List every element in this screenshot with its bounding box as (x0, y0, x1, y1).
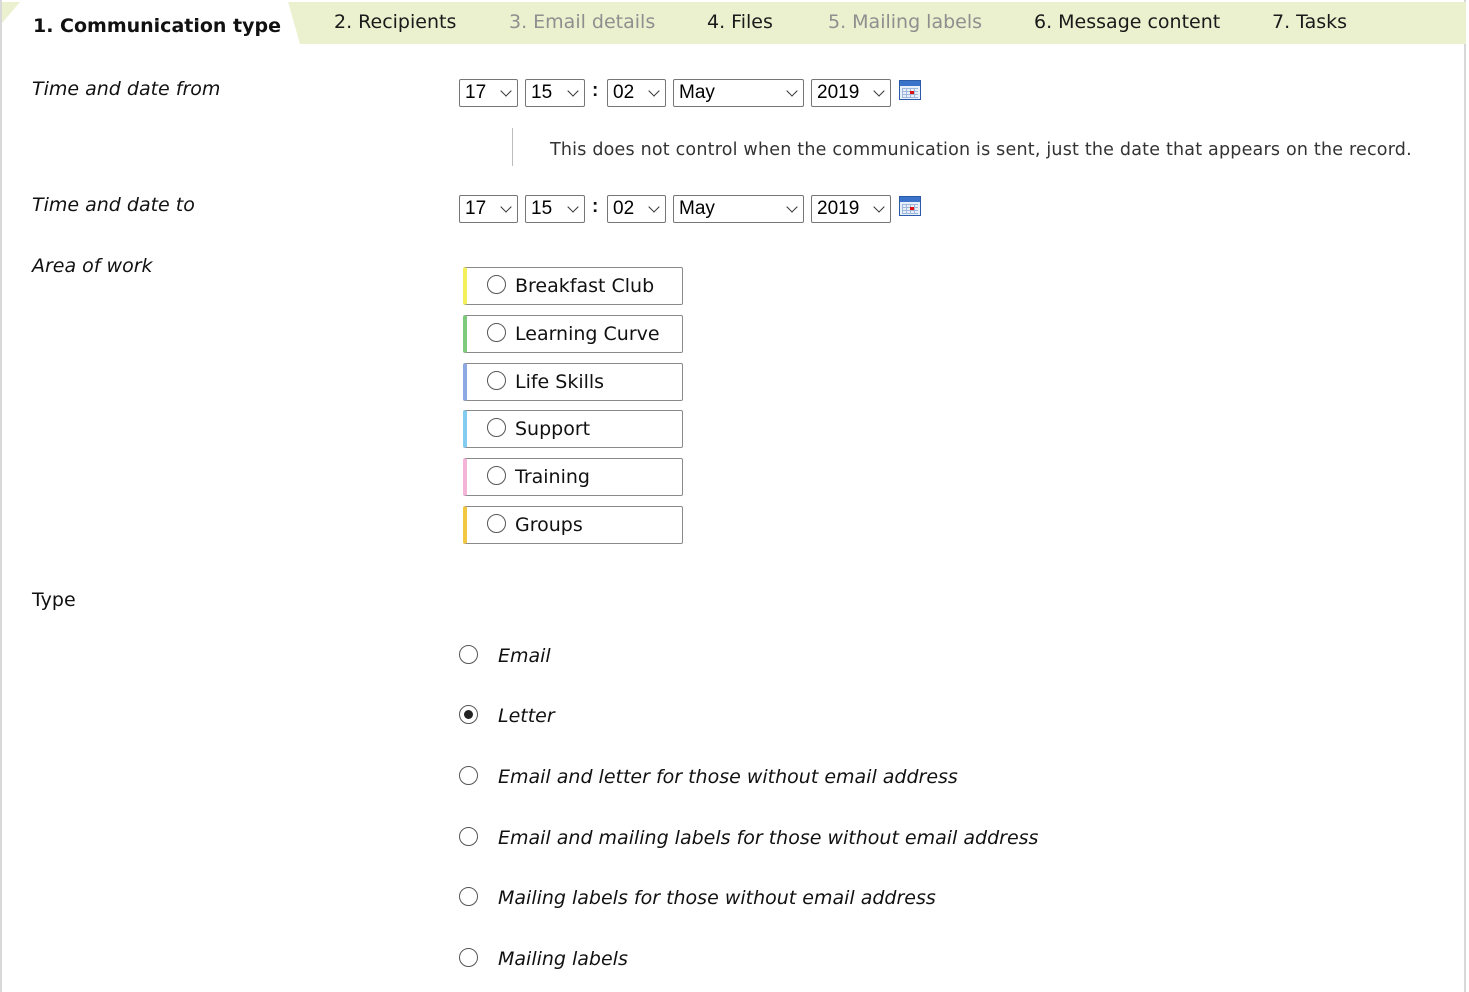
step-message-content[interactable]: 6. Message content (1034, 2, 1220, 44)
chevron-down-icon (873, 201, 885, 213)
type-option-label[interactable]: Email (498, 645, 551, 667)
type-option-label[interactable]: Mailing labels for those without email a… (498, 887, 936, 909)
area-option[interactable]: Training (463, 458, 683, 496)
from-hour-value: 17 (465, 82, 487, 103)
step-files[interactable]: 4. Files (707, 2, 773, 44)
from-year-select[interactable]: 2019 (811, 79, 891, 107)
area-option[interactable]: Groups (463, 506, 683, 544)
from-minute-value: 15 (531, 82, 553, 103)
from-month-select[interactable]: May (673, 79, 804, 107)
hint-divider (512, 128, 513, 166)
chevron-down-icon (786, 201, 798, 213)
to-year-select[interactable]: 2019 (811, 195, 891, 223)
time-separator: : (592, 196, 599, 217)
step-label: 6. Message content (1034, 11, 1221, 33)
date-hint-text: This does not control when the communica… (550, 140, 1412, 160)
chevron-down-icon (648, 201, 660, 213)
to-second-select[interactable]: 02 (607, 195, 666, 223)
step-label: 1. Communication type (32, 15, 282, 37)
area-option-label: Learning Curve (515, 323, 660, 345)
from-second-value: 02 (613, 82, 635, 103)
radio-button[interactable] (487, 514, 506, 533)
type-radio-button[interactable] (459, 645, 478, 664)
type-option-label[interactable]: Mailing labels (498, 948, 628, 970)
chevron-down-icon (567, 85, 579, 97)
step-label: 3. Email details (509, 11, 656, 33)
type-option-label[interactable]: Letter (498, 705, 555, 727)
radio-button[interactable] (487, 323, 506, 342)
step-tasks[interactable]: 7. Tasks (1272, 2, 1347, 44)
type-radio-button[interactable] (459, 887, 478, 906)
to-hour-value: 17 (465, 198, 487, 219)
type-radio-button[interactable] (459, 705, 478, 724)
from-second-select[interactable]: 02 (607, 79, 666, 107)
to-month-select[interactable]: May (673, 195, 804, 223)
type-radio-button[interactable] (459, 827, 478, 846)
type-label: Type (32, 589, 76, 611)
to-hour-select[interactable]: 17 (459, 195, 518, 223)
step-label: 2. Recipients (334, 11, 457, 33)
time-separator: : (592, 80, 599, 101)
area-option-label: Support (515, 418, 591, 440)
chevron-down-icon (648, 85, 660, 97)
area-option-label: Breakfast Club (515, 275, 655, 297)
from-year-value: 2019 (817, 82, 860, 103)
step-recipients[interactable]: 2. Recipients (334, 2, 456, 44)
step-label: 4. Files (707, 11, 773, 33)
from-minute-select[interactable]: 15 (525, 79, 585, 107)
step-label: 7. Tasks (1272, 11, 1348, 33)
to-month-value: May (679, 198, 715, 219)
area-option[interactable]: Life Skills (463, 363, 683, 401)
type-option-label[interactable]: Email and mailing labels for those witho… (498, 827, 1038, 849)
type-radio-button[interactable] (459, 766, 478, 785)
chevron-down-icon (786, 85, 798, 97)
calendar-icon[interactable] (899, 80, 921, 100)
step-label: 5. Mailing labels (828, 11, 983, 33)
chevron-down-icon (500, 201, 512, 213)
to-second-value: 02 (613, 198, 635, 219)
area-option[interactable]: Breakfast Club (463, 267, 683, 305)
step-communication-type[interactable]: 1. Communication type (2, 2, 300, 44)
radio-button[interactable] (487, 275, 506, 294)
chevron-down-icon (873, 85, 885, 97)
chevron-down-icon (567, 201, 579, 213)
step-email-details: 3. Email details (509, 2, 655, 44)
area-option[interactable]: Support (463, 410, 683, 448)
to-minute-value: 15 (531, 198, 553, 219)
from-hour-select[interactable]: 17 (459, 79, 518, 107)
to-year-value: 2019 (817, 198, 860, 219)
area-option-label: Training (515, 466, 590, 488)
radio-button[interactable] (487, 466, 506, 485)
type-radio-button[interactable] (459, 948, 478, 967)
calendar-icon[interactable] (899, 196, 921, 216)
area-option-label: Life Skills (515, 371, 605, 393)
area-option-label: Groups (515, 514, 583, 536)
radio-button[interactable] (487, 418, 506, 437)
area-option[interactable]: Learning Curve (463, 315, 683, 353)
step-mailing-labels: 5. Mailing labels (828, 2, 982, 44)
date-from-label: Time and date from (32, 78, 221, 100)
wizard-steps: 1. Communication type 2. Recipients 3. E… (2, 2, 1466, 44)
date-to-label: Time and date to (32, 194, 195, 216)
to-minute-select[interactable]: 15 (525, 195, 585, 223)
area-of-work-label: Area of work (32, 255, 153, 277)
chevron-down-icon (500, 85, 512, 97)
radio-button[interactable] (487, 371, 506, 390)
from-month-value: May (679, 82, 715, 103)
type-option-label[interactable]: Email and letter for those without email… (498, 766, 958, 788)
